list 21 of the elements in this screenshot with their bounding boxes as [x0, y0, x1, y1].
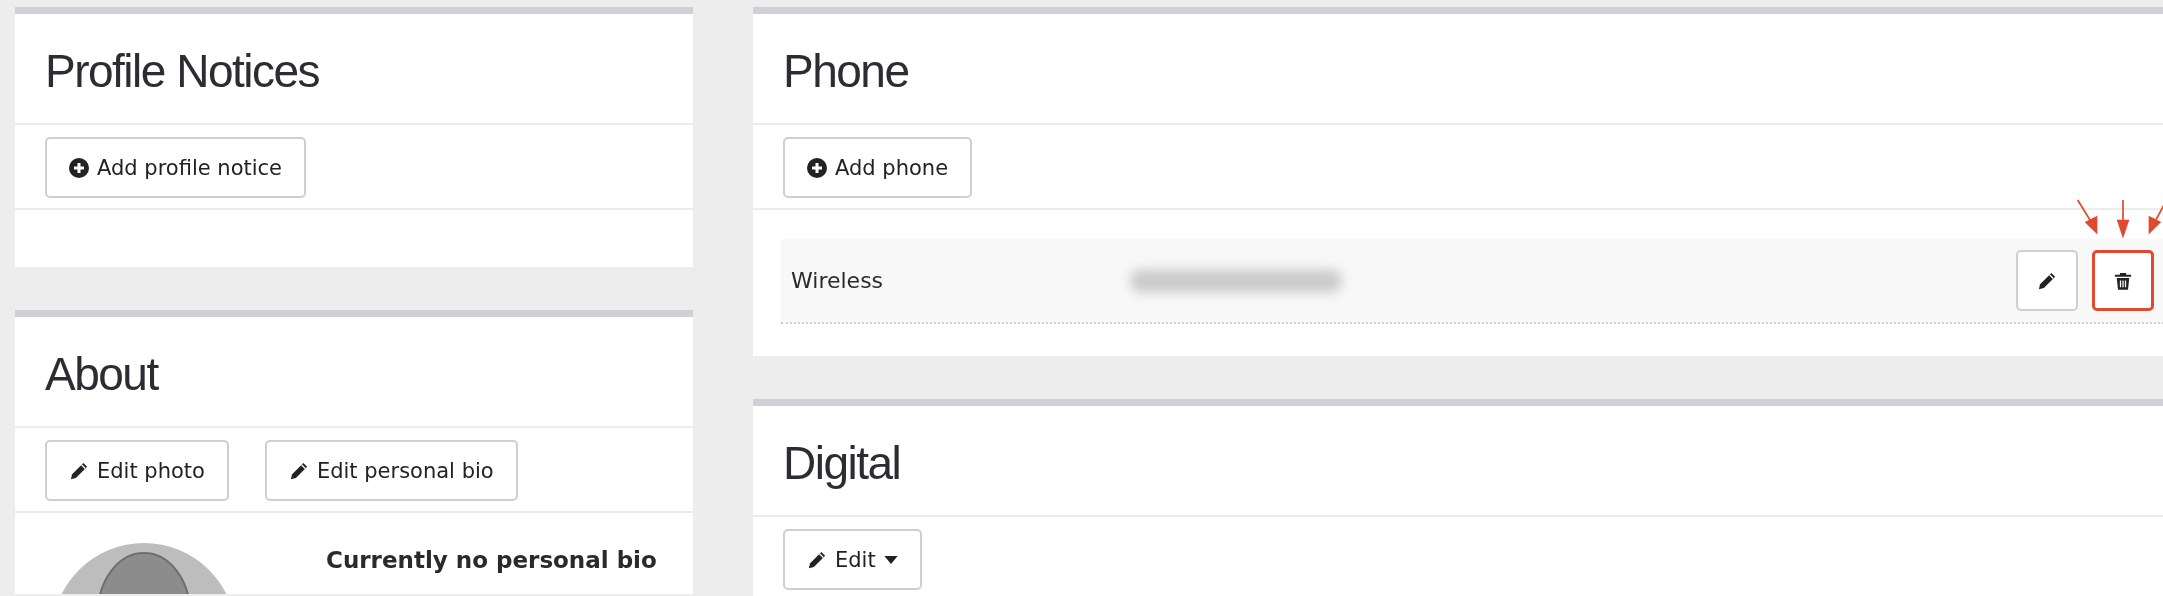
pencil-icon [2037, 270, 2057, 291]
plus-circle-icon [69, 157, 89, 178]
phone-type: Wireless [791, 268, 885, 293]
pencil-icon [807, 549, 827, 570]
action-button[interactable]: Add phone [783, 137, 973, 198]
delete-button[interactable] [2092, 250, 2154, 311]
edit-button[interactable] [2016, 250, 2078, 311]
bio-text: Currently no personal bio [326, 546, 657, 575]
action-button[interactable]: Edit photo [45, 440, 229, 501]
section-title: Digital [753, 406, 2163, 517]
action-button[interactable]: Edit personal bio [264, 440, 518, 501]
dropdown-button[interactable]: Edit [783, 529, 922, 590]
pencil-icon [288, 460, 309, 481]
section-title: Phone [753, 14, 2163, 125]
caret-icon [883, 555, 898, 564]
trash-icon [2113, 270, 2133, 291]
action-button[interactable]: Add profile notice [45, 137, 307, 198]
pencil-icon [69, 460, 89, 481]
plus-circle-icon [807, 157, 827, 178]
section-title: About [15, 317, 693, 428]
section-title: Profile Notices [15, 14, 693, 125]
